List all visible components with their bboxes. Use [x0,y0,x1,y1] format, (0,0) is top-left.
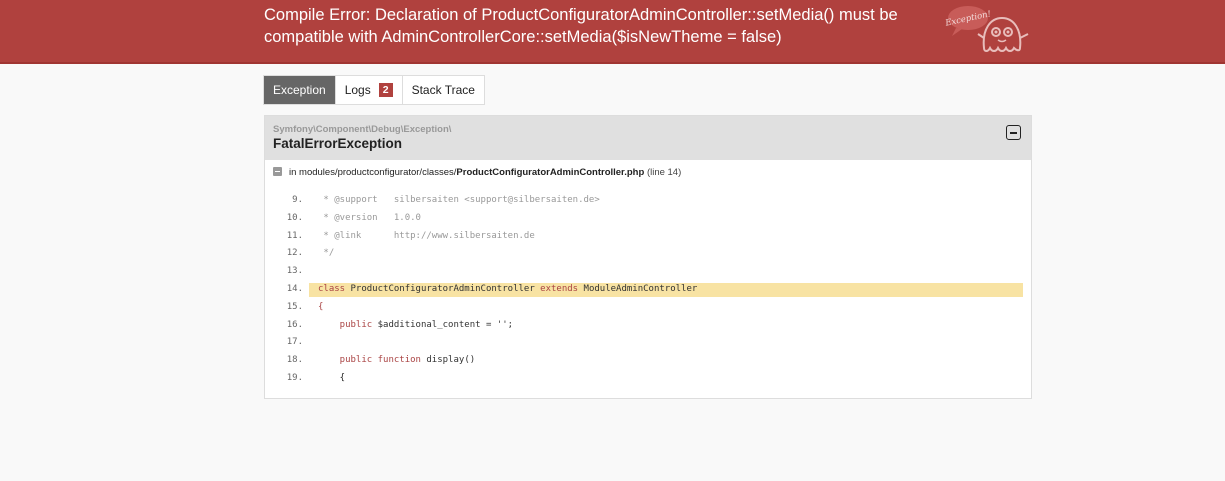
code-line: 10. * @version 1.0.0 [273,210,1023,228]
code-text: public $additional_content = ''; [318,317,513,335]
exception-class: FatalErrorException [273,136,403,151]
code-keyword: public [318,355,373,366]
tab-logs[interactable]: Logs 2 [336,76,403,104]
code-text: * @support silbersaiten <support@silbers… [318,195,600,205]
error-header: Compile Error: Declaration of ProductCon… [0,0,1225,64]
line-number: 10. [286,212,303,223]
location-file: ProductConfiguratorAdminController.php [456,167,645,178]
code-text: */ [318,248,335,259]
error-title: Compile Error: Declaration of ProductCon… [264,5,924,48]
code-line: 9. * @support silbersaiten <support@silb… [273,192,1023,210]
exception-ghost-icon: Exception! [944,6,1029,52]
line-number: 15. [286,301,303,312]
tab-stack-trace-label: Stack Trace [411,83,475,97]
error-title-line-1: Compile Error: Declaration of ProductCon… [264,6,898,24]
code-identifier: display() [420,355,476,366]
exception-panel-header: Symfony\Component\Debug\Exception\ Fatal… [265,116,1031,160]
exception-panel: Symfony\Component\Debug\Exception\ Fatal… [264,115,1032,399]
tab-stack-trace[interactable]: Stack Trace [403,76,484,104]
code-keyword: public [318,319,373,330]
code-identifier: ProductConfiguratorAdminController [345,283,541,294]
code-text: { [318,301,324,312]
line-number: 12. [286,248,303,259]
tab-exception[interactable]: Exception [264,76,336,104]
exception-namespace: Symfony\Component\Debug\Exception\ [273,124,452,135]
code-line: 17. [273,334,1023,352]
tab-exception-label: Exception [273,83,326,97]
tab-bar: Exception Logs 2 Stack Trace [263,75,485,105]
line-number: 19. [286,372,303,383]
code-line: 19. { [273,370,1023,388]
code-line: 11. * @link http://www.silbersaiten.de [273,228,1023,246]
code-text: { [318,372,346,383]
line-number: 18. [286,355,303,366]
line-number: 17. [286,337,303,348]
code-line: 13. [273,263,1023,281]
code-text: * @link http://www.silbersaiten.de [318,230,535,241]
line-number: 13. [286,266,303,277]
code-text: class ProductConfiguratorAdminController… [318,281,697,299]
code-excerpt: 9. * @support silbersaiten <support@silb… [273,192,1023,388]
code-text: public function display() [318,352,475,370]
code-keyword: class [318,283,346,294]
collapse-source-icon[interactable] [273,167,282,176]
code-line: 12. */ [273,245,1023,263]
code-line: 15. { [273,299,1023,317]
code-identifier: $additional_content = ''; [372,319,514,330]
location-prefix: in modules/productconfigurator/classes/ [289,167,457,178]
line-number: 9. [292,195,303,205]
error-title-line-2: compatible with AdminControllerCore::set… [264,27,782,46]
location-line: (line 14) [646,167,682,178]
line-number: 16. [286,319,303,330]
code-text: * @version 1.0.0 [318,212,421,223]
tab-logs-label: Logs [344,83,371,97]
code-line-highlighted: 14. class ProductConfiguratorAdminControl… [273,281,1023,299]
code-line: 16. public $additional_content = ''; [273,317,1023,335]
line-number: 11. [286,230,303,241]
line-number: 14. [286,283,303,294]
exception-location: in modules/productconfigurator/classes/P… [273,167,681,181]
logs-count-badge: 2 [378,83,393,97]
code-keyword: function [372,355,421,366]
code-line: 18. public function display() [273,352,1023,370]
code-keyword: extends [540,283,579,294]
code-identifier: ModuleAdminController [578,283,698,294]
collapse-toggle-icon[interactable] [1006,125,1021,140]
